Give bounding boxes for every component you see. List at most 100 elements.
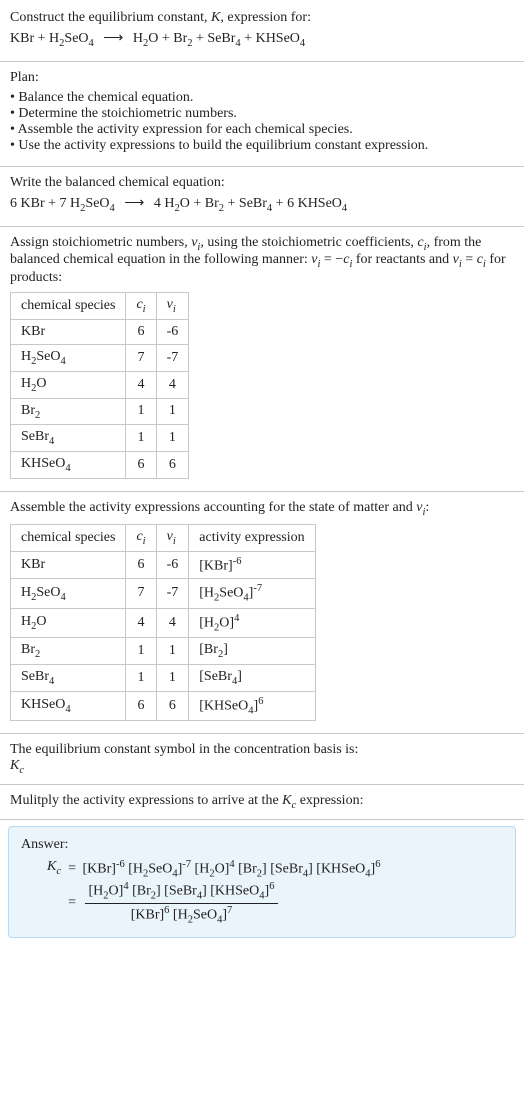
cell-vi: 1 bbox=[156, 425, 189, 452]
reactant-2: H2SeO4 bbox=[49, 31, 94, 46]
product-2: Br2 bbox=[173, 31, 192, 46]
coef: 6 bbox=[10, 196, 17, 211]
plan-item: Use the activity expressions to build th… bbox=[10, 138, 514, 154]
cell-activity: [H2O]4 bbox=[189, 608, 315, 637]
cell-vi: 1 bbox=[156, 664, 189, 691]
cell-vi: 4 bbox=[156, 371, 189, 398]
cell-activity: [SeBr4] bbox=[189, 664, 315, 691]
table-row: SeBr4 1 1 [SeBr4] bbox=[11, 664, 316, 691]
answer-label: Answer: bbox=[21, 837, 503, 853]
col-species: chemical species bbox=[11, 293, 126, 320]
cell-ci: 6 bbox=[126, 551, 156, 579]
cell-ci: 4 bbox=[126, 371, 156, 398]
table-row: H2SeO4 7 -7 [H2SeO4]-7 bbox=[11, 579, 316, 608]
kc-fraction: [H2O]4 [Br2] [SeBr4] [KHSeO4]6 [KBr]6 [H… bbox=[85, 881, 279, 925]
cell-vi: -7 bbox=[156, 579, 189, 608]
plan-list: Balance the chemical equation. Determine… bbox=[10, 90, 514, 154]
reactant-1: KBr bbox=[10, 31, 34, 46]
cell-species: KBr bbox=[11, 319, 126, 344]
multiply-text: Mulitply the activity expressions to arr… bbox=[10, 793, 514, 811]
cell-vi: -6 bbox=[156, 319, 189, 344]
kc-line1: = [KBr]-6 [H2SeO4]-7 [H2O]4 [Br2] [SeBr4… bbox=[65, 859, 380, 879]
cell-vi: 6 bbox=[156, 452, 189, 479]
cell-species: KBr bbox=[11, 551, 126, 579]
cell-vi: -6 bbox=[156, 551, 189, 579]
kc-symbol: Kc bbox=[10, 758, 514, 776]
cell-ci: 6 bbox=[126, 452, 156, 479]
cell-vi: 6 bbox=[156, 691, 189, 720]
cell-ci: 6 bbox=[126, 319, 156, 344]
kc-numerator: [H2O]4 [Br2] [SeBr4] [KHSeO4]6 bbox=[85, 881, 279, 903]
cell-species: KHSeO4 bbox=[11, 452, 126, 479]
col-ci: ci bbox=[126, 293, 156, 320]
coef: 7 bbox=[60, 196, 67, 211]
assign-text: Assign stoichiometric numbers, νi, using… bbox=[10, 235, 514, 287]
kc-expression: Kc = [KBr]-6 [H2SeO4]-7 [H2O]4 [Br2] [Se… bbox=[47, 857, 503, 927]
cell-ci: 1 bbox=[126, 664, 156, 691]
reactant-2: H2SeO4 bbox=[70, 196, 115, 211]
cell-activity: [KHSeO4]6 bbox=[189, 691, 315, 720]
product-4: KHSeO4 bbox=[298, 196, 348, 211]
table-row: KHSeO466 bbox=[11, 452, 189, 479]
plan-item: Determine the stoichiometric numbers. bbox=[10, 106, 514, 122]
cell-ci: 4 bbox=[126, 608, 156, 637]
cell-activity: [H2SeO4]-7 bbox=[189, 579, 315, 608]
coef: 4 bbox=[154, 196, 161, 211]
table-row: KBr6-6 bbox=[11, 319, 189, 344]
stoich-table: chemical species ci νi KBr6-6 H2SeO47-7 … bbox=[10, 292, 189, 479]
cell-species: Br2 bbox=[11, 638, 126, 665]
cell-ci: 6 bbox=[126, 691, 156, 720]
kc-line2: = [H2O]4 [Br2] [SeBr4] [KHSeO4]6 [KBr]6 … bbox=[65, 881, 380, 925]
cell-ci: 1 bbox=[126, 398, 156, 425]
cell-species: H2O bbox=[11, 371, 126, 398]
cell-ci: 1 bbox=[126, 638, 156, 665]
activity-table: chemical species ci νi activity expressi… bbox=[10, 524, 316, 721]
product-3: SeBr4 bbox=[239, 196, 272, 211]
reactant-1: KBr bbox=[21, 196, 45, 211]
cell-species: Br2 bbox=[11, 398, 126, 425]
balanced-heading: Write the balanced chemical equation: bbox=[10, 175, 514, 191]
cell-activity: [Br2] bbox=[189, 638, 315, 665]
product-3: SeBr4 bbox=[207, 31, 240, 46]
cell-species: SeBr4 bbox=[11, 425, 126, 452]
cell-vi: 4 bbox=[156, 608, 189, 637]
cell-activity: [KBr]-6 bbox=[189, 551, 315, 579]
plan-item: Assemble the activity expression for eac… bbox=[10, 122, 514, 138]
product-1: H2O bbox=[133, 31, 159, 46]
multiply-section: Mulitply the activity expressions to arr… bbox=[0, 785, 524, 820]
table-row: Br2 1 1 [Br2] bbox=[11, 638, 316, 665]
assign-section: Assign stoichiometric numbers, νi, using… bbox=[0, 227, 524, 492]
prompt-text-b: , expression for: bbox=[220, 10, 311, 25]
cell-species: SeBr4 bbox=[11, 664, 126, 691]
prompt-K: K bbox=[211, 10, 220, 25]
col-ci: ci bbox=[126, 524, 156, 551]
balanced-section: Write the balanced chemical equation: 6 … bbox=[0, 167, 524, 227]
kc-denominator: [KBr]6 [H2SeO4]7 bbox=[85, 904, 279, 925]
unbalanced-equation: KBr + H2SeO4 ⟶ H2O + Br2 + SeBr4 + KHSeO… bbox=[10, 30, 514, 49]
cell-vi: -7 bbox=[156, 344, 189, 371]
kc-symbol-section: The equilibrium constant symbol in the c… bbox=[0, 734, 524, 785]
table-row: Br211 bbox=[11, 398, 189, 425]
cell-ci: 1 bbox=[126, 425, 156, 452]
col-species: chemical species bbox=[11, 524, 126, 551]
activity-section: Assemble the activity expressions accoun… bbox=[0, 492, 524, 734]
table-row: KBr 6 -6 [KBr]-6 bbox=[11, 551, 316, 579]
kc-lhs: Kc bbox=[47, 857, 61, 877]
table-row: SeBr411 bbox=[11, 425, 189, 452]
table-header-row: chemical species ci νi activity expressi… bbox=[11, 524, 316, 551]
cell-ci: 7 bbox=[126, 579, 156, 608]
cell-vi: 1 bbox=[156, 398, 189, 425]
product-1: H2O bbox=[164, 196, 190, 211]
product-4: KHSeO4 bbox=[256, 31, 306, 46]
activity-text: Assemble the activity expressions accoun… bbox=[10, 500, 514, 518]
prompt-text-a: Construct the equilibrium constant, bbox=[10, 10, 211, 25]
cell-species: KHSeO4 bbox=[11, 691, 126, 720]
table-row: H2O 4 4 [H2O]4 bbox=[11, 608, 316, 637]
reaction-arrow-icon: ⟶ bbox=[124, 195, 144, 212]
plan-heading: Plan: bbox=[10, 70, 514, 86]
kc-symbol-text: The equilibrium constant symbol in the c… bbox=[10, 742, 514, 758]
col-activity: activity expression bbox=[189, 524, 315, 551]
cell-ci: 7 bbox=[126, 344, 156, 371]
cell-vi: 1 bbox=[156, 638, 189, 665]
reaction-arrow-icon: ⟶ bbox=[103, 30, 123, 47]
